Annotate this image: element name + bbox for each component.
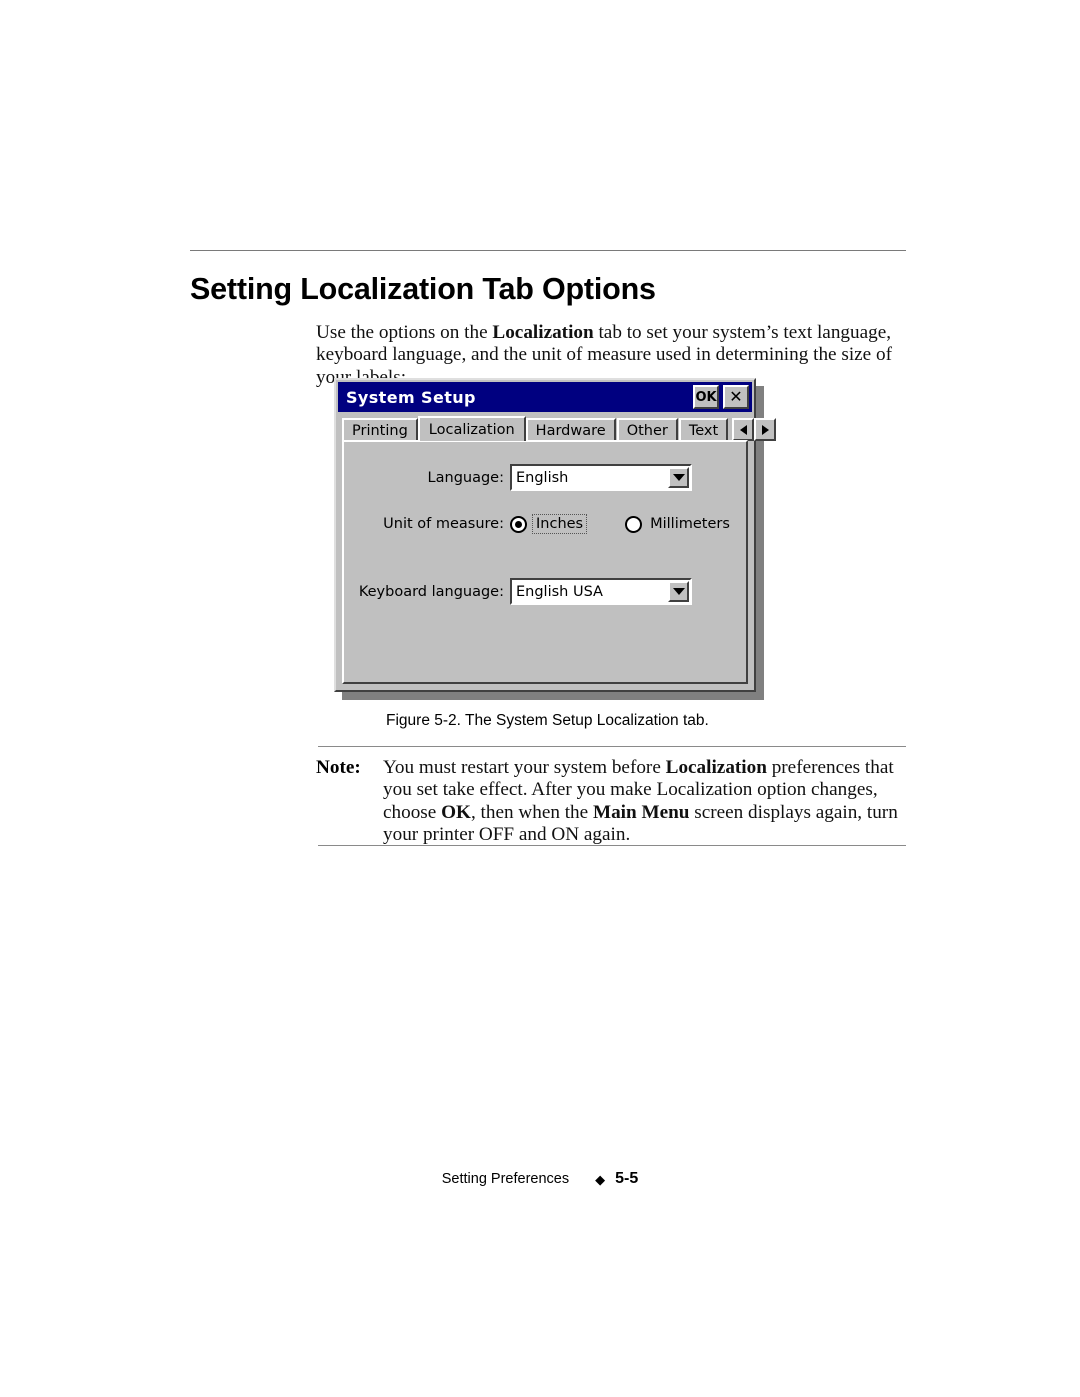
tab-other[interactable]: Other [616, 418, 678, 441]
note-top-rule [318, 746, 906, 747]
heading-rule [190, 250, 906, 251]
page-footer: Setting Preferences ◆ 5-5 [0, 1170, 1080, 1188]
intro-bold-localization: Localization [492, 322, 594, 344]
tab-scroll-buttons [732, 418, 777, 441]
language-row: Language: English [344, 464, 746, 491]
system-setup-dialog: System Setup OK ✕ Printing Localization … [334, 378, 777, 692]
page-title: Setting Localization Tab Options [190, 272, 656, 307]
tab-localization[interactable]: Localization [417, 416, 526, 441]
chevron-down-icon[interactable] [668, 581, 689, 602]
close-icon[interactable]: ✕ [723, 385, 749, 409]
radio-inches[interactable]: Inches [510, 514, 588, 534]
tab-scroll-left-icon[interactable] [732, 418, 755, 441]
language-select[interactable]: English [510, 464, 692, 491]
keyboard-language-value: English USA [516, 583, 603, 600]
dialog-tabstrip: Printing Localization Hardware Other Tex… [342, 416, 777, 441]
page-number: 5-5 [615, 1170, 639, 1187]
diamond-icon: ◆ [595, 1171, 606, 1187]
unit-of-measure-radio-group: Inches Millimeters [510, 514, 733, 534]
dialog-title: System Setup [346, 387, 476, 407]
document-page: Setting Localization Tab Options Use the… [0, 0, 1080, 1397]
radio-millimeters-indicator[interactable] [625, 515, 643, 533]
keyboard-language-row: Keyboard language: English USA [344, 578, 746, 605]
keyboard-language-label: Keyboard language: [358, 583, 504, 600]
figure-caption: Figure 5-2. The System Setup Localizatio… [386, 712, 709, 729]
keyboard-language-select[interactable]: English USA [510, 578, 692, 605]
radio-inches-label: Inches [532, 514, 588, 534]
radio-millimeters[interactable]: Millimeters [625, 515, 733, 533]
note-bold-localization: Localization [665, 757, 767, 778]
ok-button[interactable]: OK [693, 385, 719, 409]
note-text-part3: , then when the [470, 801, 593, 823]
localization-tab-panel: Language: English Unit of measure: Inche… [342, 440, 748, 684]
note-body: You must restart your system before Loca… [383, 757, 908, 846]
tab-text[interactable]: Text [678, 418, 729, 441]
unit-of-measure-row: Unit of measure: Inches Millimeters [344, 514, 746, 534]
tab-printing[interactable]: Printing [342, 418, 418, 441]
titlebar-button-group: OK ✕ [693, 385, 749, 409]
note-label: Note: [316, 757, 361, 778]
note-bold-main-menu: Main Menu [592, 801, 690, 823]
system-setup-dialog-figure: System Setup OK ✕ Printing Localization … [334, 378, 777, 700]
intro-text-part1: Use the options on the [316, 322, 493, 344]
tab-hardware[interactable]: Hardware [525, 418, 616, 441]
dialog-titlebar: System Setup OK ✕ [338, 382, 752, 412]
radio-inches-indicator[interactable] [510, 515, 527, 533]
language-value: English [516, 469, 569, 486]
language-label: Language: [427, 469, 504, 486]
note-text-part1: You must restart your system before [383, 757, 666, 778]
note-bottom-rule [318, 845, 906, 846]
radio-millimeters-label: Millimeters [650, 516, 730, 532]
note-bold-ok: OK [441, 801, 471, 823]
tab-scroll-right-icon[interactable] [754, 418, 777, 441]
unit-of-measure-label: Unit of measure: [383, 516, 504, 532]
chevron-down-icon[interactable] [668, 467, 689, 488]
footer-section-name: Setting Preferences [441, 1171, 570, 1187]
